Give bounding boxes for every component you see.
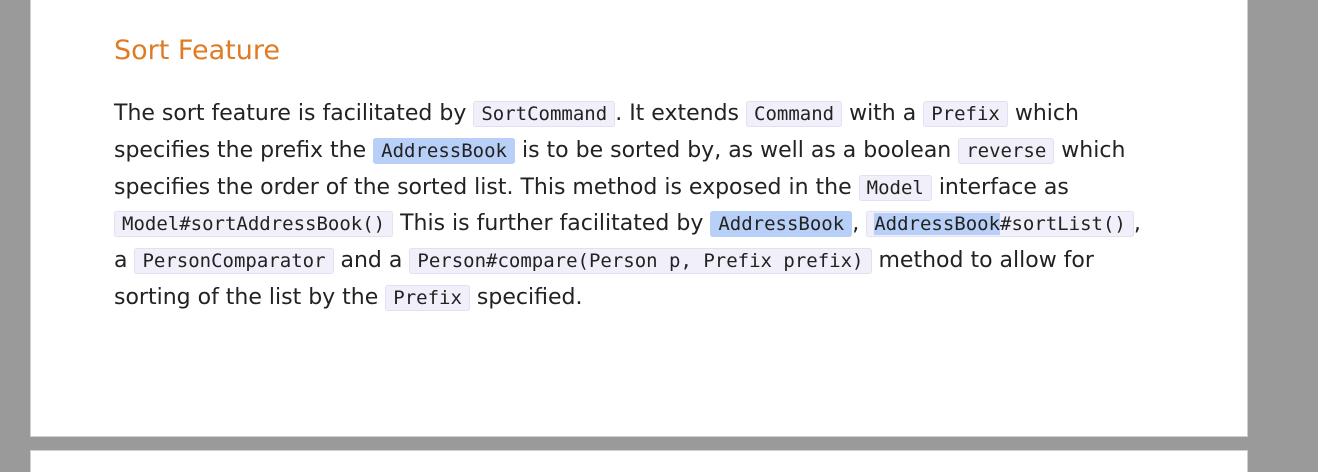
inline-code-personcomparator: PersonComparator bbox=[134, 248, 334, 275]
paragraph-text: specified. bbox=[469, 284, 583, 310]
paragraph-text: and a bbox=[333, 248, 410, 274]
inline-code-command: Command bbox=[746, 101, 843, 127]
inline-code-addressbook-sortlist: AddressBook#sortList() bbox=[866, 211, 1134, 238]
inline-code-addressbook-selected: AddressBook bbox=[373, 137, 515, 164]
document-page: Sort Feature The sort feature is facilit… bbox=[30, 0, 1248, 437]
code-text: #sortList() bbox=[1000, 213, 1126, 236]
inline-code-reverse: reverse bbox=[958, 137, 1055, 164]
paragraph-text: interface as bbox=[931, 174, 1069, 200]
section-heading: Sort Feature bbox=[114, 35, 280, 66]
inline-code-model: Model bbox=[858, 174, 932, 201]
body-paragraph: The sort feature is facilitated by SortC… bbox=[114, 96, 1154, 317]
document-viewer[interactable]: Sort Feature The sort feature is facilit… bbox=[0, 0, 1318, 472]
inline-code-person-compare: Person#compare(Person p, Prefix prefix) bbox=[409, 248, 872, 275]
inline-code-prefix: Prefix bbox=[385, 284, 470, 311]
inline-code-model-sortaddressbook: Model#sortAddressBook() bbox=[114, 211, 394, 238]
selected-text: AddressBook bbox=[874, 213, 1001, 236]
inline-code-addressbook-selected: AddressBook bbox=[710, 211, 853, 238]
paragraph-text: This is further facilitated by bbox=[393, 211, 711, 237]
paragraph-text: with a bbox=[842, 101, 924, 126]
inline-code-sortcommand: SortCommand bbox=[473, 101, 616, 127]
inline-code-prefix: Prefix bbox=[923, 101, 1008, 127]
paragraph-text: , bbox=[852, 211, 867, 237]
paragraph-text: is to be sorted by, as well as a boolean bbox=[515, 137, 959, 163]
paragraph-text: The sort feature is facilitated by bbox=[114, 101, 474, 126]
next-document-page bbox=[30, 450, 1248, 472]
paragraph-text: . It extends bbox=[615, 101, 746, 126]
